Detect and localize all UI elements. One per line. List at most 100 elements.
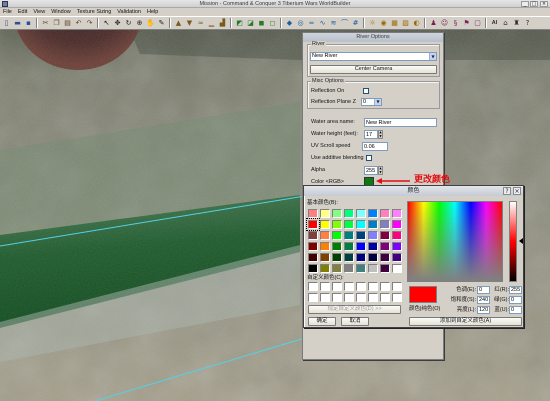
shadow-icon[interactable]: ◐	[412, 18, 421, 28]
menu-view[interactable]: View	[33, 8, 45, 16]
reflection-on-checkbox[interactable]	[363, 88, 369, 94]
close-icon[interactable]: ×	[513, 187, 521, 195]
additive-blending-checkbox[interactable]	[366, 155, 372, 161]
waypoint-icon[interactable]: ◎	[296, 18, 305, 28]
basic-color-swatch[interactable]	[392, 220, 402, 229]
bridge-icon[interactable]: ⌒	[340, 18, 349, 28]
custom-color-swatch[interactable]	[392, 282, 402, 291]
red-input[interactable]	[509, 286, 522, 294]
eyedropper-icon[interactable]: ✎	[157, 18, 166, 28]
basic-color-swatch[interactable]	[392, 253, 402, 262]
basic-color-swatch[interactable]	[368, 264, 378, 273]
light-icon[interactable]: ☼	[368, 18, 377, 28]
ok-button[interactable]: 确定	[308, 317, 336, 326]
script-icon[interactable]: §	[451, 18, 460, 28]
custom-color-swatch[interactable]	[344, 293, 354, 302]
basic-color-swatch[interactable]	[320, 264, 330, 273]
fill-texture-icon[interactable]: ◼	[257, 18, 266, 28]
uv-scroll-speed-input[interactable]	[362, 142, 388, 151]
basic-color-swatch[interactable]	[344, 253, 354, 262]
river-icon[interactable]: ∿	[318, 18, 327, 28]
hand-icon[interactable]: ✋	[146, 18, 155, 28]
camera-icon[interactable]: ◉	[379, 18, 388, 28]
basic-color-swatch[interactable]	[344, 209, 354, 218]
area-icon[interactable]: ▢	[473, 18, 482, 28]
river-select[interactable]: New River ▼	[310, 52, 437, 61]
reflection-plane-z-select[interactable]: 0 ▼	[361, 98, 382, 106]
undo-icon[interactable]: ↶	[74, 18, 83, 28]
help-icon[interactable]: ?	[503, 187, 511, 195]
hue-input[interactable]	[477, 286, 490, 294]
custom-color-swatch[interactable]	[368, 282, 378, 291]
player-icon[interactable]: ☺	[440, 18, 449, 28]
basic-color-swatch[interactable]	[344, 264, 354, 273]
wireframe-icon[interactable]: ▧	[401, 18, 410, 28]
custom-color-swatch[interactable]	[344, 282, 354, 291]
custom-color-swatch[interactable]	[320, 293, 330, 302]
move-icon[interactable]: ✥	[113, 18, 122, 28]
basic-color-swatch[interactable]	[356, 253, 366, 262]
basic-color-swatch[interactable]	[380, 231, 390, 240]
minimize-icon[interactable]: _	[521, 1, 529, 7]
basic-color-swatch[interactable]	[392, 264, 402, 273]
alpha-input[interactable]	[364, 166, 378, 175]
center-camera-button[interactable]: Center Camera	[310, 65, 437, 74]
open-folder-icon[interactable]: ▬	[13, 18, 22, 28]
custom-color-swatch[interactable]	[332, 282, 342, 291]
basic-color-swatch[interactable]	[320, 253, 330, 262]
basic-color-swatch[interactable]	[332, 253, 342, 262]
lower-terrain-icon[interactable]: ▼	[185, 18, 194, 28]
luminance-arrow-icon[interactable]	[519, 238, 523, 244]
basic-color-swatch[interactable]	[380, 242, 390, 251]
add-to-custom-colors-button[interactable]: 添加到自定义颜色(A)	[409, 317, 522, 326]
water-icon[interactable]: ≋	[329, 18, 338, 28]
basic-color-swatch[interactable]	[308, 209, 318, 218]
dialog-title[interactable]: 颜色	[304, 186, 523, 196]
basic-color-swatch[interactable]	[308, 253, 318, 262]
basic-color-swatch[interactable]	[320, 242, 330, 251]
basic-color-swatch[interactable]	[380, 264, 390, 273]
basic-color-swatch[interactable]	[320, 231, 330, 240]
basic-color-swatch[interactable]	[356, 264, 366, 273]
basic-color-swatch[interactable]	[344, 242, 354, 251]
title-bar[interactable]: Mission - Command & Conquer 3 Tiberium W…	[0, 0, 550, 8]
menu-validation[interactable]: Validation	[117, 8, 141, 16]
help-icon[interactable]: ?	[523, 18, 532, 28]
road-icon[interactable]: ═	[307, 18, 316, 28]
chevron-down-icon[interactable]: ▼	[429, 53, 436, 60]
custom-color-swatch[interactable]	[308, 282, 318, 291]
menu-file[interactable]: File	[3, 8, 12, 16]
custom-color-swatch[interactable]	[380, 282, 390, 291]
basic-color-swatch[interactable]	[380, 253, 390, 262]
basic-color-swatch[interactable]	[356, 242, 366, 251]
basic-color-swatch[interactable]	[368, 253, 378, 262]
basic-color-swatch[interactable]	[368, 209, 378, 218]
basic-color-swatch[interactable]	[368, 242, 378, 251]
custom-color-swatch[interactable]	[356, 293, 366, 302]
luminance-slider[interactable]	[509, 201, 517, 282]
custom-color-swatch[interactable]	[332, 293, 342, 302]
paste-icon[interactable]: ▤	[63, 18, 72, 28]
custom-color-swatch[interactable]	[368, 293, 378, 302]
basic-color-swatch[interactable]	[368, 231, 378, 240]
basic-color-swatch[interactable]	[332, 209, 342, 218]
eraser-icon[interactable]: ◻	[268, 18, 277, 28]
basic-color-swatch[interactable]	[356, 231, 366, 240]
plateau-icon[interactable]: ▟	[218, 18, 227, 28]
basic-color-swatch[interactable]	[392, 242, 402, 251]
water-height-input[interactable]	[364, 130, 378, 139]
custom-color-swatch[interactable]	[392, 293, 402, 302]
custom-color-swatch[interactable]	[320, 282, 330, 291]
custom-color-swatch[interactable]	[380, 293, 390, 302]
chevron-down-icon[interactable]: ▼	[374, 99, 381, 105]
trigger-icon[interactable]: ⚑	[462, 18, 471, 28]
maximize-icon[interactable]: □	[530, 1, 538, 7]
basic-color-swatch[interactable]	[356, 209, 366, 218]
basic-color-swatch[interactable]	[332, 264, 342, 273]
blue-input[interactable]	[509, 306, 522, 314]
basic-color-swatch[interactable]	[356, 220, 366, 229]
basic-color-swatch[interactable]	[320, 220, 330, 229]
custom-color-swatch[interactable]	[308, 293, 318, 302]
water-height-spinner[interactable]: ▲ ▼	[378, 130, 383, 139]
green-input[interactable]	[509, 296, 522, 304]
